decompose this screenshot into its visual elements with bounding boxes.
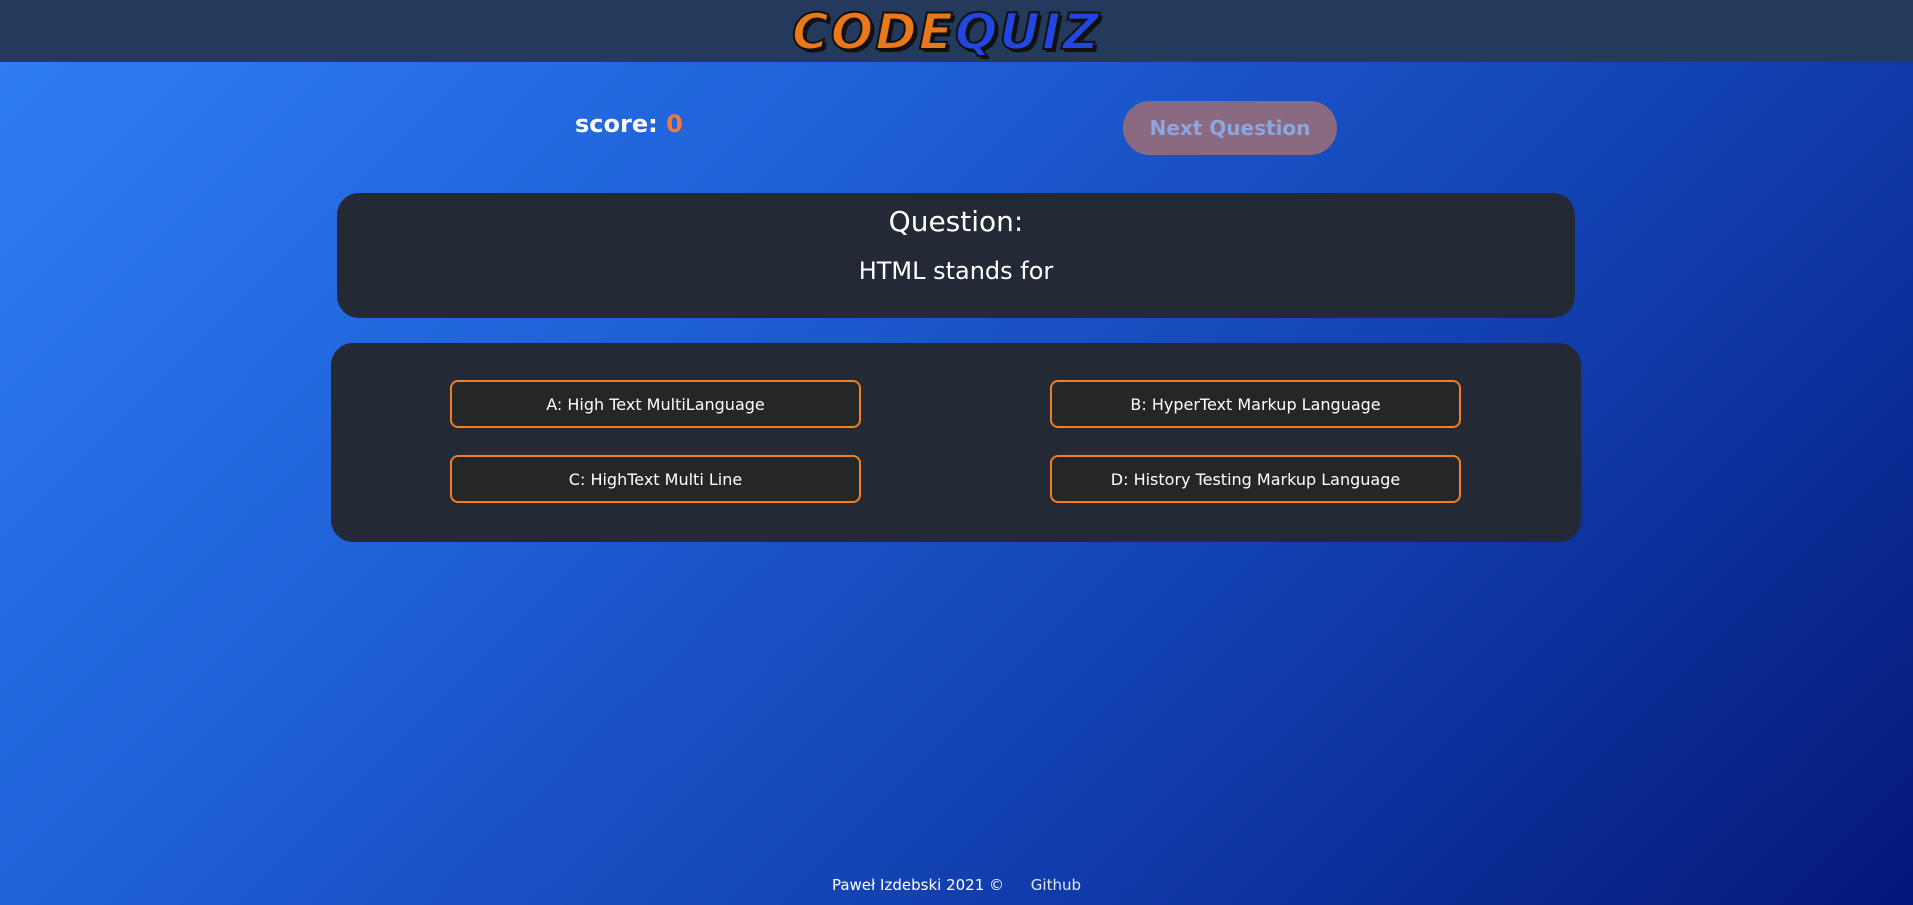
next-question-button[interactable]: Next Question [1123,101,1337,155]
answer-a-button[interactable]: A: High Text MultiLanguage [450,380,861,428]
footer: Paweł Izdebski 2021 © Github [0,876,1913,894]
answer-b-button[interactable]: B: HyperText Markup Language [1050,380,1461,428]
answer-c-button[interactable]: C: HighText Multi Line [450,455,861,503]
question-panel: Question: HTML stands for [337,193,1575,318]
question-heading: Question: [888,205,1024,238]
logo-code-text: CODE [791,3,955,61]
codequiz-logo: CODEQUIZ [791,3,1101,61]
score-value: 0 [666,110,683,138]
answers-panel: A: High Text MultiLanguage B: HyperText … [331,343,1581,542]
answer-d-button[interactable]: D: History Testing Markup Language [1050,455,1461,503]
logo-quiz-text: QUIZ [954,3,1101,61]
score-display: score: 0 [575,110,683,138]
top-bar: CODEQUIZ [0,0,1913,62]
github-link[interactable]: Github [1031,876,1081,894]
score-label: score: [575,110,658,138]
question-text: HTML stands for [858,257,1054,285]
footer-copyright: Paweł Izdebski 2021 © [831,876,1005,894]
